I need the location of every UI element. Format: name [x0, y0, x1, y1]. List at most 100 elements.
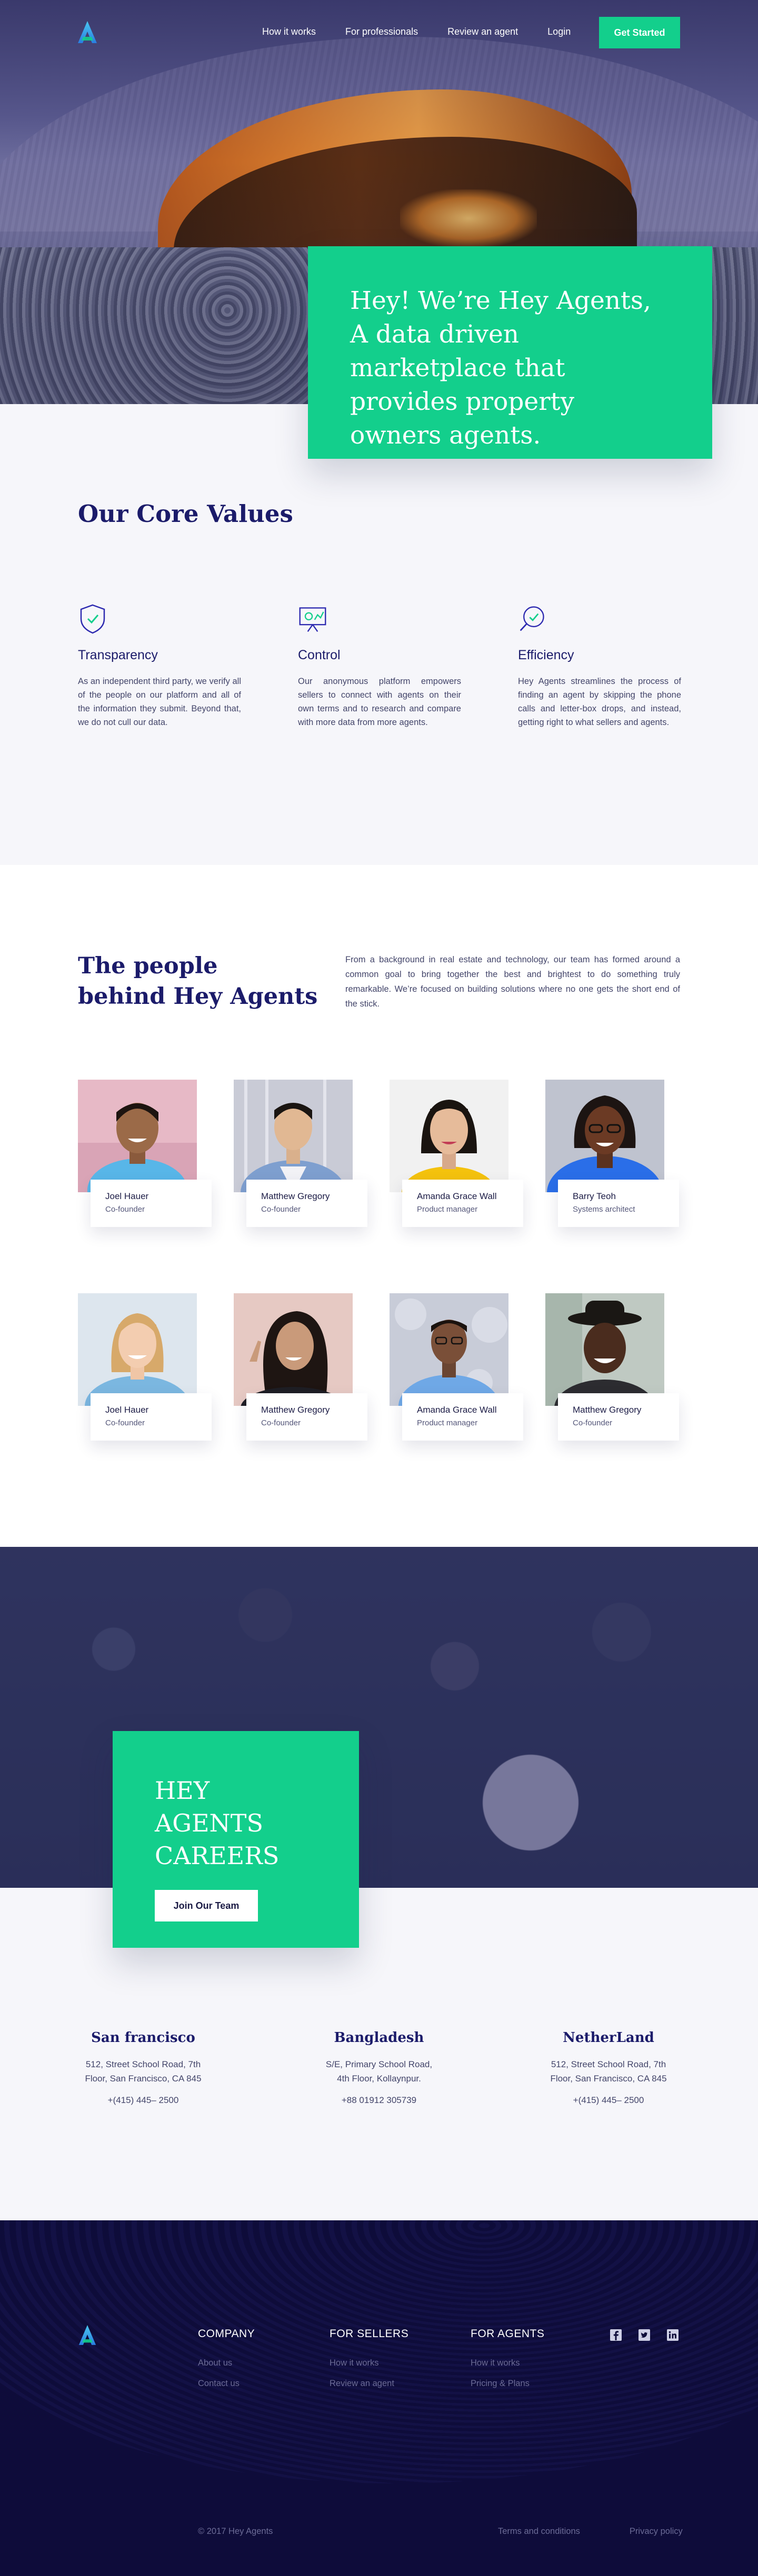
- team-member-role: Co-founder: [105, 1418, 145, 1427]
- logo-icon[interactable]: [78, 2323, 97, 2347]
- nav-link-how-it-works[interactable]: How it works: [262, 26, 316, 37]
- footer-col-company: COMPANY About us Contact us: [198, 2328, 255, 2399]
- board-chart-icon: [299, 607, 326, 632]
- twitter-icon[interactable]: [638, 2329, 651, 2341]
- value-text: Hey Agents streamlines the process of fi…: [518, 677, 681, 727]
- footer: COMPANY About us Contact us FOR SELLERS …: [0, 2220, 758, 2576]
- avatar: [234, 1080, 353, 1192]
- footer-col-title: FOR SELLERS: [330, 2328, 409, 2340]
- careers-title: HEY AGENTS CAREERS: [155, 1774, 317, 1872]
- magnifier-check-icon: [520, 606, 544, 631]
- nav-link-login[interactable]: Login: [547, 26, 571, 37]
- footer-link-review-agent[interactable]: Review an agent: [330, 2379, 408, 2389]
- nav-links: How it works For professionals Review an…: [262, 26, 600, 37]
- footer-link-terms[interactable]: Terms and conditions: [498, 2527, 580, 2537]
- core-values-section: Our Core Values Transparency As an indep…: [0, 404, 758, 865]
- team-member-card: Amanda Grace Wall Product manager: [402, 1180, 523, 1227]
- office-phone[interactable]: +(415) 445– 2500: [64, 2095, 222, 2106]
- careers-title-line1: HEY AGENTS: [155, 1776, 263, 1837]
- footer-col-sellers: FOR SELLERS How it works Review an agent: [330, 2328, 408, 2399]
- team-member-role: Co-founder: [261, 1205, 301, 1214]
- footer-col-agents: FOR AGENTS How it works Pricing & Plans: [471, 2328, 544, 2399]
- people-title-line2: behind Hey Agents: [78, 983, 318, 1010]
- team-member[interactable]: Barry Teoh Systems architect: [545, 1080, 679, 1232]
- people-title: The people behind Hey Agents: [78, 951, 317, 1012]
- office-san-francisco: San francisco 512, Street School Road, 7…: [64, 2030, 222, 2106]
- nav-link-review-agent[interactable]: Review an agent: [447, 26, 518, 37]
- value-text: Our anonymous platform empowers sellers …: [298, 677, 461, 727]
- team-member-name: Matthew Gregory: [261, 1405, 330, 1415]
- office-address-line2: Floor, San Francisco, CA 845: [550, 2074, 667, 2084]
- footer-col-title: FOR AGENTS: [471, 2328, 545, 2340]
- team-member-name: Joel Hauer: [105, 1405, 149, 1415]
- social-links: [610, 2329, 679, 2341]
- top-nav: How it works For professionals Review an…: [0, 0, 758, 65]
- office-address-line2: 4th Floor, Kollaynpur.: [337, 2074, 421, 2084]
- join-our-team-button[interactable]: Join Our Team: [155, 1890, 258, 1921]
- logo-icon[interactable]: [77, 20, 98, 44]
- avatar: [545, 1293, 664, 1406]
- avatar: [234, 1293, 353, 1406]
- team-member-card: Matthew Gregory Co-founder: [558, 1393, 679, 1441]
- value-title: Efficiency: [518, 648, 574, 662]
- avatar: [545, 1080, 664, 1192]
- office-address: S/E, Primary School Road, 4th Floor, Kol…: [300, 2057, 458, 2086]
- team-member-card: Matthew Gregory Co-founder: [246, 1180, 367, 1227]
- hero-card: Hey! We’re Hey Agents, A data driven mar…: [308, 246, 712, 459]
- office-netherland: NetherLand 512, Street School Road, 7th …: [530, 2030, 687, 2106]
- value-efficiency: Efficiency Hey Agents streamlines the pr…: [518, 603, 681, 729]
- team-member-card: Joel Hauer Co-founder: [91, 1393, 212, 1441]
- avatar: [390, 1080, 508, 1192]
- office-phone[interactable]: +(415) 445– 2500: [530, 2095, 687, 2106]
- team-member-name: Joel Hauer: [105, 1191, 149, 1201]
- value-text: As an independent third party, we verify…: [78, 677, 241, 727]
- office-city: Bangladesh: [334, 2030, 424, 2046]
- footer-link-how-it-works[interactable]: How it works: [330, 2358, 408, 2368]
- team-member-card: Matthew Gregory Co-founder: [246, 1393, 367, 1441]
- team-member[interactable]: Matthew Gregory Co-founder: [234, 1293, 367, 1446]
- avatar: [78, 1080, 197, 1192]
- hero-headline: Hey! We’re Hey Agents, A data driven mar…: [350, 286, 651, 450]
- office-address-line2: Floor, San Francisco, CA 845: [85, 2074, 202, 2084]
- team-member-role: Co-founder: [105, 1205, 145, 1214]
- team-member[interactable]: Joel Hauer Co-founder: [78, 1293, 212, 1446]
- facebook-icon[interactable]: [610, 2329, 622, 2341]
- team-member-role: Systems architect: [573, 1205, 635, 1214]
- team-member-role: Co-founder: [573, 1418, 613, 1427]
- legal-links: Terms and conditions Privacy policy: [498, 2527, 732, 2537]
- team-member-name: Amanda Grace Wall: [417, 1191, 497, 1201]
- avatar: [390, 1293, 508, 1406]
- value-title: Transparency: [78, 648, 158, 662]
- footer-link-privacy[interactable]: Privacy policy: [630, 2527, 683, 2537]
- office-phone[interactable]: +88 01912 305739: [300, 2095, 458, 2106]
- value-transparency: Transparency As an independent third par…: [78, 603, 241, 729]
- nav-link-for-professionals[interactable]: For professionals: [345, 26, 418, 37]
- careers-title-line2: CAREERS: [155, 1842, 280, 1870]
- team-member[interactable]: Matthew Gregory Co-founder: [234, 1080, 367, 1232]
- team-member-name: Barry Teoh: [573, 1191, 616, 1201]
- team-member-card: Joel Hauer Co-founder: [91, 1180, 212, 1227]
- team-member[interactable]: Amanda Grace Wall Product manager: [390, 1293, 523, 1446]
- get-started-button[interactable]: Get Started: [599, 17, 680, 48]
- team-member[interactable]: Matthew Gregory Co-founder: [545, 1293, 679, 1446]
- team-member[interactable]: Amanda Grace Wall Product manager: [390, 1080, 523, 1232]
- footer-link-contact-us[interactable]: Contact us: [198, 2379, 255, 2389]
- avatar: [78, 1293, 197, 1406]
- team-member-name: Amanda Grace Wall: [417, 1405, 497, 1415]
- team-member-name: Matthew Gregory: [261, 1191, 330, 1201]
- team-member-role: Product manager: [417, 1205, 478, 1214]
- footer-link-how-it-works-agents[interactable]: How it works: [471, 2358, 544, 2368]
- office-address-line1: S/E, Primary School Road,: [325, 2059, 433, 2069]
- footer-link-about-us[interactable]: About us: [198, 2358, 255, 2368]
- team-member-role: Product manager: [417, 1418, 478, 1427]
- people-title-line1: The people: [78, 953, 218, 979]
- office-city: NetherLand: [563, 2030, 654, 2046]
- footer-col-title: COMPANY: [198, 2328, 255, 2340]
- people-section: The people behind Hey Agents From a back…: [0, 865, 758, 1547]
- footer-link-pricing-plans[interactable]: Pricing & Plans: [471, 2379, 544, 2389]
- team-member[interactable]: Joel Hauer Co-founder: [78, 1080, 212, 1232]
- team-member-role: Co-founder: [261, 1418, 301, 1427]
- team-member-name: Matthew Gregory: [573, 1405, 642, 1415]
- linkedin-icon[interactable]: [666, 2329, 679, 2341]
- office-address: 512, Street School Road, 7th Floor, San …: [530, 2057, 687, 2086]
